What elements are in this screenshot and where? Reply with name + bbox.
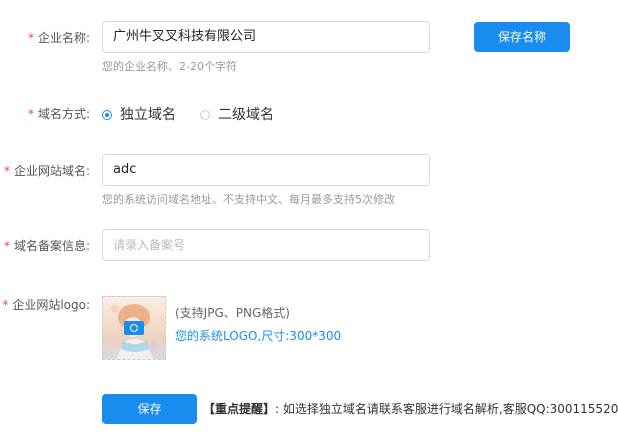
domain-mode-radio-group: 独立域名 二级域名 bbox=[102, 106, 298, 124]
radio-subdomain[interactable]: 二级域名 bbox=[200, 106, 274, 124]
radio-independent-domain-label: 独立域名 bbox=[120, 107, 176, 123]
icp-info-input[interactable]: 请录入备案号 bbox=[102, 229, 430, 261]
domain-mode-label-text: 域名方式: bbox=[37, 107, 90, 121]
camera-icon[interactable] bbox=[124, 321, 144, 335]
company-name-hint: 您的企业名称、2-20个字符 bbox=[102, 60, 237, 73]
radio-subdomain-label: 二级域名 bbox=[218, 107, 274, 123]
site-domain-input[interactable]: adc bbox=[102, 154, 430, 186]
save-name-button[interactable]: 保存名称 bbox=[474, 22, 570, 52]
logo-size-note: 您的系统LOGO,尺寸:300*300 bbox=[175, 329, 342, 343]
company-name-input[interactable]: 广州牛叉叉科技有限公司 bbox=[102, 21, 430, 53]
site-domain-hint: 您的系统访问域名地址、不支持中文、每月最多支持5次修改 bbox=[102, 193, 395, 206]
required-mark: * bbox=[27, 31, 34, 45]
required-mark: * bbox=[27, 107, 34, 121]
required-mark: * bbox=[3, 239, 10, 253]
save-button[interactable]: 保存 bbox=[102, 394, 197, 424]
company-name-label-text: 企业名称: bbox=[37, 31, 90, 45]
company-name-value: 广州牛叉叉科技有限公司 bbox=[113, 29, 257, 44]
radio-unchecked-icon bbox=[200, 110, 210, 120]
site-domain-label: * 企业网站域名: bbox=[4, 163, 90, 179]
required-mark: * bbox=[3, 164, 10, 178]
site-domain-value: adc bbox=[113, 162, 137, 177]
radio-checked-icon bbox=[102, 110, 112, 120]
logo-format-note: (支持JPG、PNG格式) bbox=[175, 306, 290, 320]
radio-independent-domain[interactable]: 独立域名 bbox=[102, 106, 176, 124]
logo-upload-thumbnail[interactable] bbox=[102, 296, 166, 360]
company-name-label: * 企业名称: bbox=[28, 30, 90, 46]
notice: 【重点提醒】: 如选择独立域名请联系客服进行域名解析,客服QQ:30011552… bbox=[203, 401, 618, 417]
notice-title: 【重点提醒】 bbox=[203, 402, 276, 416]
site-domain-label-text: 企业网站域名: bbox=[13, 164, 90, 178]
icp-info-label-text: 域名备案信息: bbox=[13, 239, 90, 253]
site-logo-label: * 企业网站logo: bbox=[2, 297, 90, 313]
required-mark: * bbox=[2, 298, 9, 312]
icp-info-label: * 域名备案信息: bbox=[4, 238, 90, 254]
domain-mode-label: * 域名方式: bbox=[28, 106, 90, 122]
icp-info-placeholder: 请录入备案号 bbox=[113, 238, 186, 252]
notice-text: : 如选择独立域名请联系客服进行域名解析,客服QQ:300115520 bbox=[275, 402, 618, 416]
site-logo-label-text: 企业网站logo: bbox=[12, 298, 90, 312]
